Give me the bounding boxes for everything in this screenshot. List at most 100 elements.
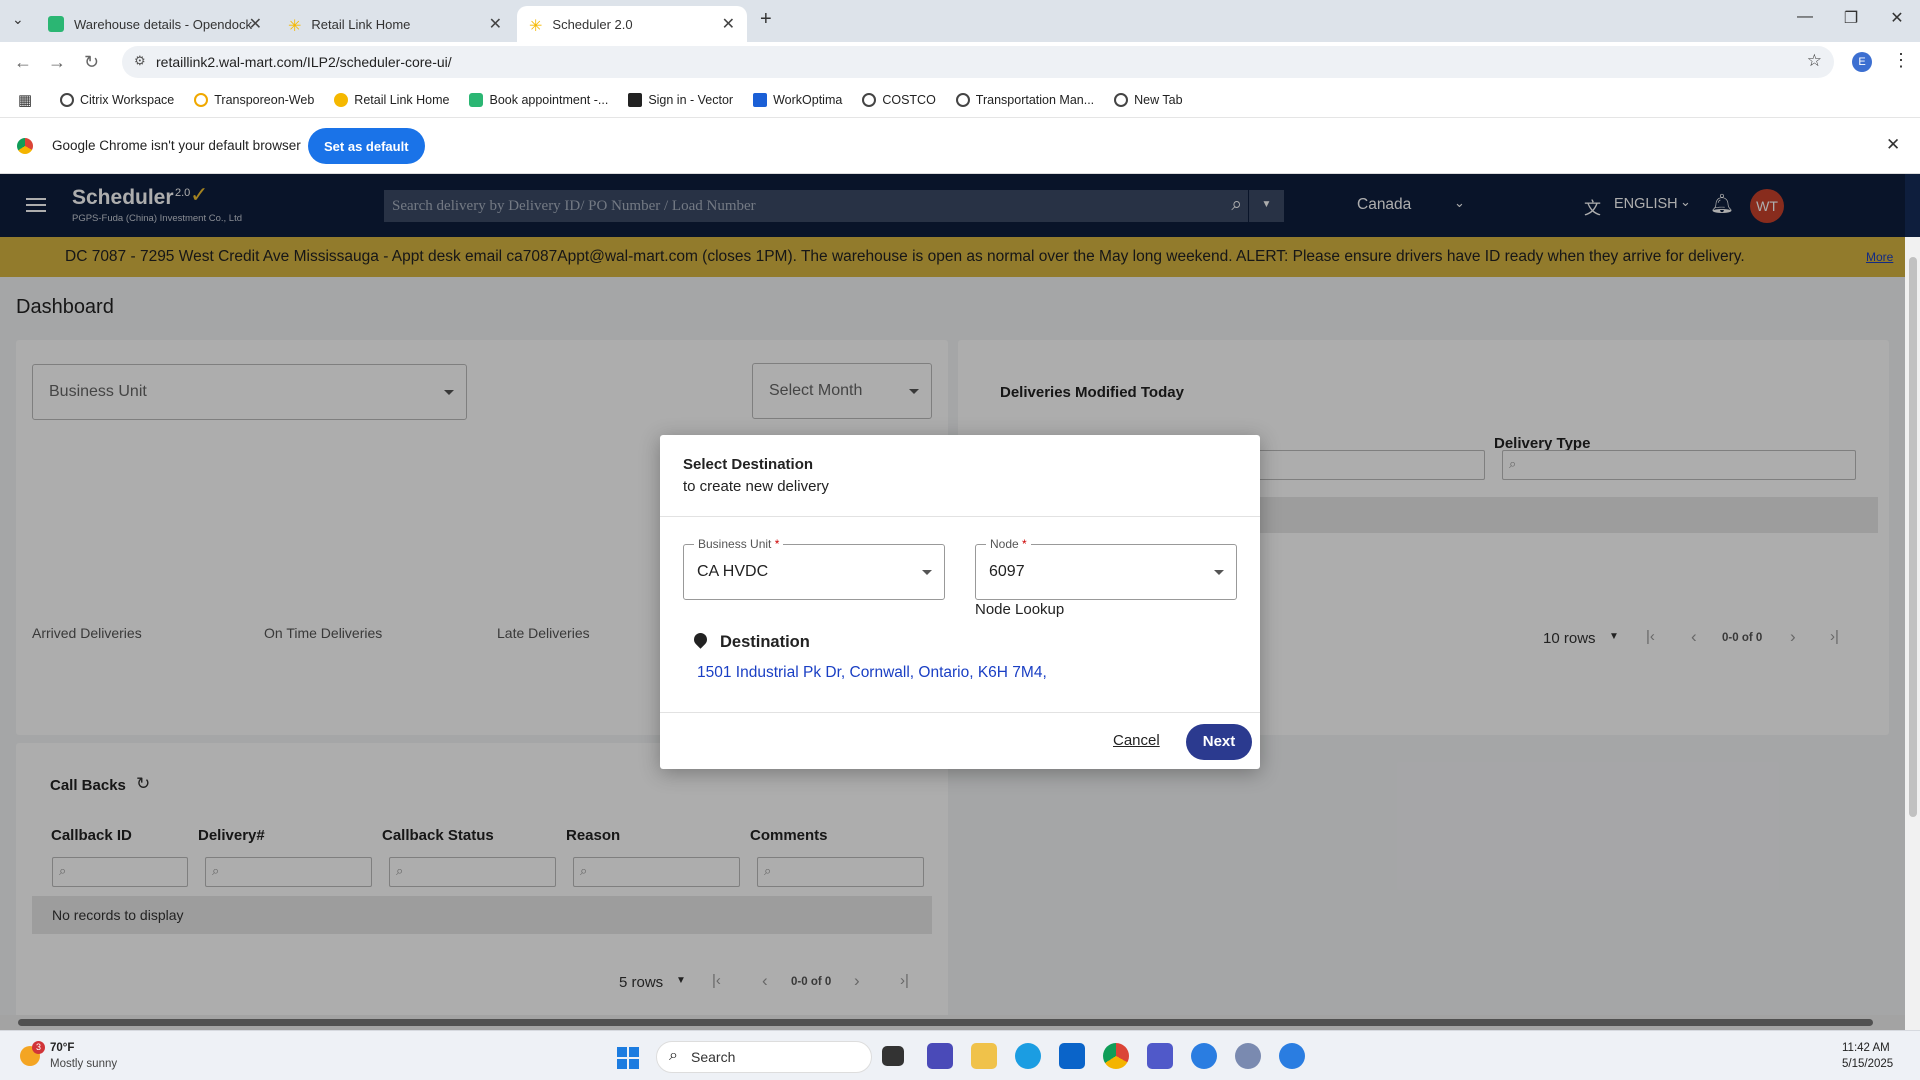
scrollbar-thumb[interactable] bbox=[1909, 257, 1917, 817]
teams-icon[interactable] bbox=[1147, 1043, 1173, 1069]
browser-menu-icon[interactable]: ⋮ bbox=[1892, 50, 1910, 71]
bookmark-label: Citrix Workspace bbox=[80, 92, 175, 107]
divider bbox=[660, 712, 1260, 713]
reload-icon[interactable]: ↻ bbox=[84, 52, 99, 73]
cancel-button[interactable]: Cancel bbox=[1113, 732, 1160, 749]
bookmark-new-tab[interactable]: New Tab bbox=[1114, 92, 1183, 107]
close-tab-icon[interactable]: ✕ bbox=[249, 14, 262, 34]
select-destination-dialog: Select Destination to create new deliver… bbox=[660, 435, 1260, 769]
default-browser-bar: Google Chrome isn't your default browser… bbox=[0, 118, 1920, 174]
taskbar-search-label: Search bbox=[691, 1049, 736, 1065]
bookmark-label: COSTCO bbox=[882, 92, 936, 107]
outlook-icon[interactable] bbox=[1059, 1043, 1085, 1069]
maximize-icon[interactable]: ❐ bbox=[1828, 8, 1874, 28]
dialog-subtitle: to create new delivery bbox=[683, 478, 829, 495]
url-bar[interactable]: ⚙ retaillink2.wal-mart.com/ILP2/schedule… bbox=[122, 46, 1834, 78]
close-window-icon[interactable]: ✕ bbox=[1874, 8, 1920, 28]
opendock-icon bbox=[469, 92, 484, 107]
citrix-icon bbox=[60, 92, 74, 107]
copilot-app-icon[interactable] bbox=[927, 1043, 953, 1069]
windows-start-icon[interactable] bbox=[617, 1047, 639, 1069]
bookmark-citrix[interactable]: Citrix Workspace bbox=[60, 92, 175, 107]
divider bbox=[660, 516, 1260, 517]
weather-badge: 3 bbox=[32, 1041, 45, 1054]
clock-time[interactable]: 11:42 AM bbox=[1842, 1042, 1890, 1054]
required-mark: * bbox=[1022, 537, 1027, 551]
url-text: retaillink2.wal-mart.com/ILP2/scheduler-… bbox=[156, 54, 452, 70]
walmart-spark-icon: ✳ bbox=[529, 18, 543, 35]
business-unit-label: Business Unit * bbox=[694, 537, 784, 551]
back-icon[interactable]: ← bbox=[14, 52, 32, 73]
bookmark-label: New Tab bbox=[1134, 92, 1183, 107]
next-button[interactable]: Next bbox=[1186, 724, 1252, 760]
node-label: Node * bbox=[986, 537, 1031, 551]
tab-scheduler[interactable]: ✳ Scheduler 2.0 ✕ bbox=[517, 6, 747, 42]
default-browser-message: Google Chrome isn't your default browser bbox=[52, 138, 301, 153]
bookmark-transportation[interactable]: Transportation Man... bbox=[955, 92, 1095, 107]
bookmark-label: WorkOptima bbox=[773, 92, 843, 107]
app-swirl-icon[interactable] bbox=[1191, 1043, 1217, 1069]
dialog-title: Select Destination bbox=[683, 456, 814, 473]
walmart-spark-icon bbox=[334, 92, 349, 107]
dropdown-arrow-icon bbox=[1214, 570, 1224, 575]
globe-icon bbox=[862, 92, 877, 107]
node-value: 6097 bbox=[989, 563, 1025, 580]
edge-browser-icon[interactable] bbox=[1015, 1043, 1041, 1069]
bookmark-costco[interactable]: COSTCO bbox=[862, 92, 936, 107]
transporeon-icon bbox=[194, 92, 209, 107]
bookmark-label: Transportation Man... bbox=[975, 92, 1095, 107]
task-view-icon[interactable] bbox=[882, 1046, 904, 1066]
taskbar-search[interactable]: ⌕ Search bbox=[656, 1041, 872, 1073]
chrome-logo-icon bbox=[17, 138, 33, 154]
tab-title: Warehouse details - Opendock bbox=[74, 16, 253, 32]
vertical-scrollbar[interactable] bbox=[1905, 237, 1920, 1030]
bookmark-retail-link[interactable]: Retail Link Home bbox=[334, 92, 450, 107]
tab-strip: ⌄ Warehouse details - Opendock ✕ ✳ Retai… bbox=[0, 0, 1920, 42]
tab-retail-link[interactable]: ✳ Retail Link Home ✕ bbox=[276, 6, 514, 42]
opendock-favicon-icon bbox=[48, 16, 64, 32]
set-as-default-button[interactable]: Set as default bbox=[308, 128, 425, 164]
tab-opendock[interactable]: Warehouse details - Opendock ✕ bbox=[36, 6, 274, 42]
close-tab-icon[interactable]: ✕ bbox=[722, 14, 735, 34]
forward-icon[interactable]: → bbox=[48, 52, 66, 73]
weather-desc: Mostly sunny bbox=[50, 1058, 118, 1070]
workoptima-icon bbox=[753, 92, 768, 107]
required-mark: * bbox=[774, 537, 780, 551]
site-info-icon[interactable]: ⚙ bbox=[134, 53, 146, 69]
business-unit-value: CA HVDC bbox=[697, 563, 769, 580]
bookmark-label: Book appointment -... bbox=[489, 92, 609, 107]
destination-address: 1501 Industrial Pk Dr, Cornwall, Ontario… bbox=[697, 664, 1047, 681]
windows-taskbar: 3 70°F Mostly sunny ⌕ Search 11:42 AM 5/… bbox=[0, 1030, 1920, 1080]
destination-label: Destination bbox=[720, 633, 810, 651]
profile-avatar[interactable]: E bbox=[1852, 52, 1872, 72]
globe-icon bbox=[955, 92, 970, 107]
bookmark-workoptima[interactable]: WorkOptima bbox=[753, 92, 843, 107]
node-dropdown[interactable]: Node * 6097 bbox=[975, 537, 1237, 600]
dropdown-arrow-icon bbox=[922, 570, 932, 575]
label-text: Node bbox=[990, 537, 1019, 551]
clock-date[interactable]: 5/15/2025 bbox=[1842, 1058, 1893, 1070]
business-unit-dropdown[interactable]: Business Unit * CA HVDC bbox=[683, 537, 945, 600]
globe-icon bbox=[1114, 92, 1129, 107]
chrome-browser-icon[interactable] bbox=[1103, 1043, 1129, 1069]
bookmark-book-appointment[interactable]: Book appointment -... bbox=[469, 92, 609, 107]
globe-app-icon[interactable] bbox=[1235, 1043, 1261, 1069]
bookmark-star-icon[interactable]: ☆ bbox=[1807, 51, 1822, 71]
walmart-spark-icon: ✳ bbox=[288, 18, 302, 35]
bookmark-vector[interactable]: Sign in - Vector bbox=[628, 92, 733, 107]
minimize-icon[interactable]: — bbox=[1782, 8, 1828, 26]
new-tab-icon[interactable]: + bbox=[760, 8, 772, 31]
location-pin-icon bbox=[691, 630, 710, 649]
tab-search-icon[interactable]: ⌄ bbox=[12, 11, 24, 28]
close-tab-icon[interactable]: ✕ bbox=[489, 14, 502, 34]
node-lookup-link[interactable]: Node Lookup bbox=[975, 601, 1064, 618]
weather-temp[interactable]: 70°F bbox=[50, 1042, 74, 1054]
close-infobar-icon[interactable]: ✕ bbox=[1886, 135, 1900, 155]
bookmark-label: Retail Link Home bbox=[354, 92, 450, 107]
file-explorer-icon[interactable] bbox=[971, 1043, 997, 1069]
app-swirl-icon[interactable] bbox=[1279, 1043, 1305, 1069]
bookmark-label: Transporeon-Web bbox=[214, 92, 315, 107]
apps-grid-icon[interactable]: ▦ bbox=[18, 91, 32, 109]
search-icon: ⌕ bbox=[669, 1047, 678, 1064]
bookmark-transporeon[interactable]: Transporeon-Web bbox=[194, 92, 315, 107]
